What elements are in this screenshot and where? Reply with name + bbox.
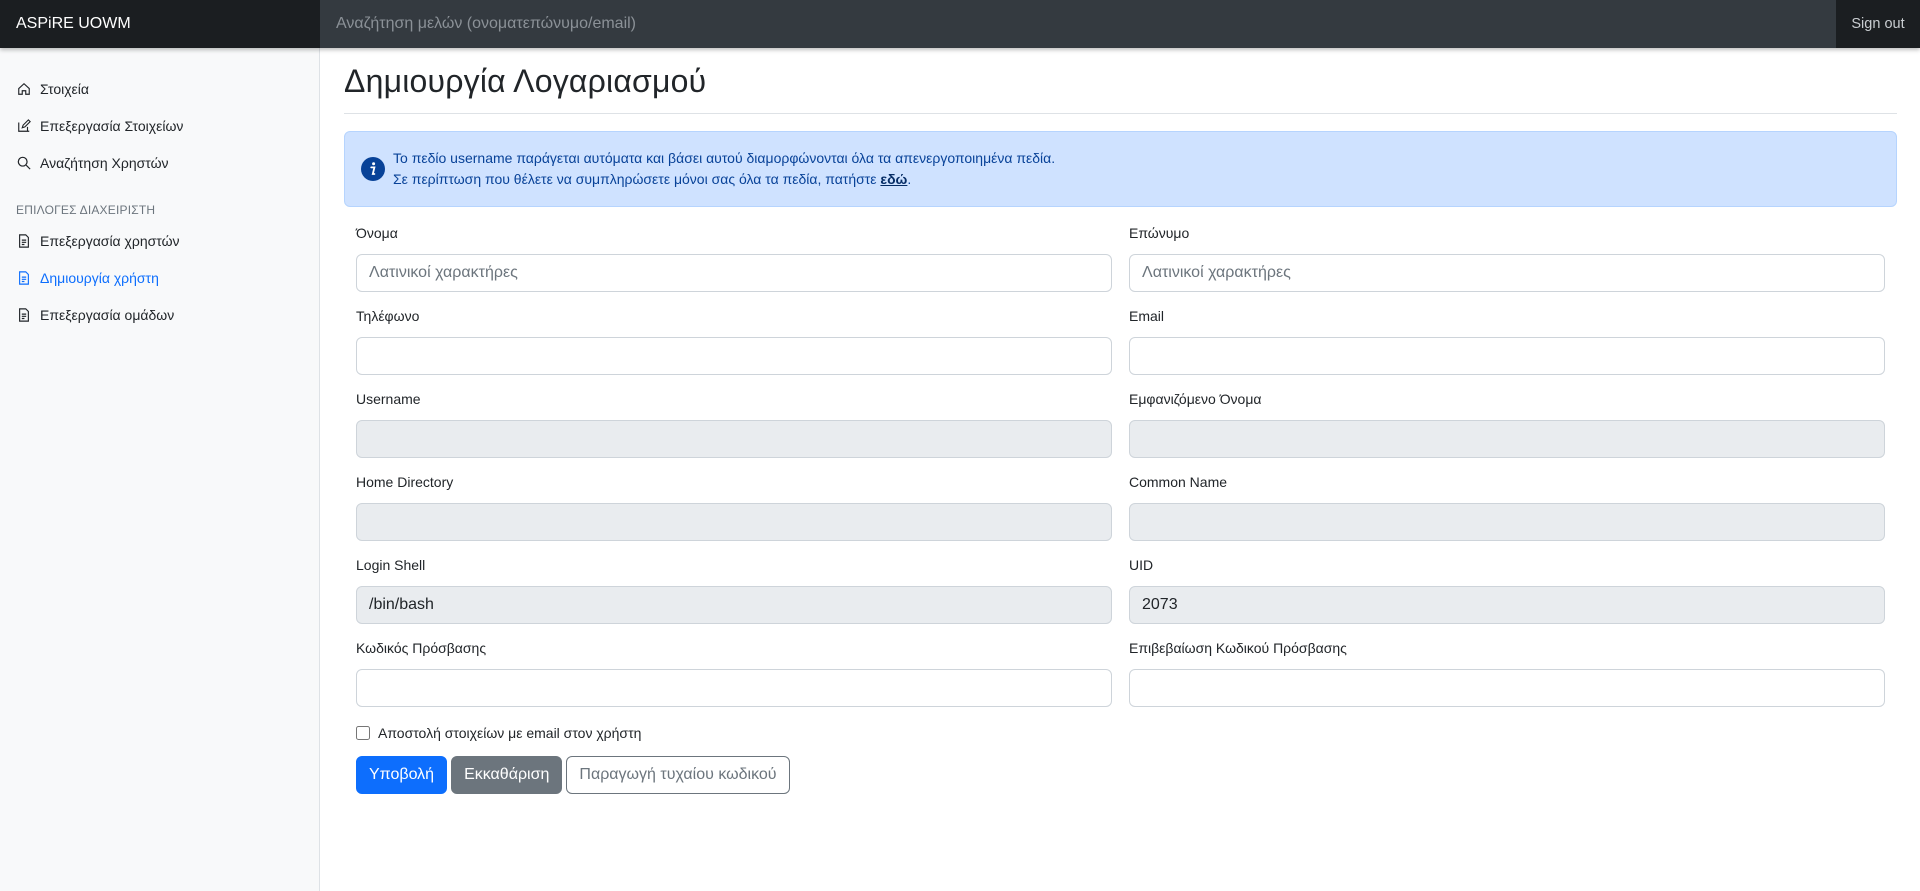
email-field[interactable] xyxy=(1129,337,1885,375)
username-field xyxy=(356,420,1112,458)
first-name-field[interactable] xyxy=(356,254,1112,292)
sidebar-item-label: Επεξεργασία χρηστών xyxy=(40,232,180,249)
common-name-field xyxy=(1129,503,1885,541)
login-shell-label: Login Shell xyxy=(356,557,426,573)
send-email-checkbox[interactable] xyxy=(356,726,370,740)
password-field[interactable] xyxy=(356,669,1112,707)
display-name-field xyxy=(1129,420,1885,458)
top-navbar: ASPiRE UOWM Sign out xyxy=(0,0,1920,48)
last-name-field[interactable] xyxy=(1129,254,1885,292)
last-name-label: Επώνυμο xyxy=(1129,225,1190,241)
page-title: Δημιουργία Λογαριασμού xyxy=(344,63,1897,114)
admin-options-heading: ΕΠΙΛΟΓΕΣ ΔΙΑΧΕΙΡΙΣΤΗ xyxy=(16,203,156,217)
search-icon xyxy=(16,155,32,171)
brand-logo[interactable]: ASPiRE UOWM xyxy=(0,0,320,48)
manual-fill-link[interactable]: εδώ xyxy=(880,171,907,187)
sidebar-item-edit-users[interactable]: Επεξεργασία χρηστών xyxy=(0,222,319,259)
password-confirm-label: Επιβεβαίωση Κωδικού Πρόσβασης xyxy=(1129,640,1347,656)
member-search-input[interactable] xyxy=(320,0,1836,48)
home-directory-label: Home Directory xyxy=(356,474,454,490)
login-shell-field xyxy=(356,586,1112,624)
sidebar-item-label: Στοιχεία xyxy=(40,80,90,97)
email-label: Email xyxy=(1129,308,1165,324)
username-label: Username xyxy=(356,391,421,407)
display-name-label: Εμφανιζόμενο Όνομα xyxy=(1129,391,1262,407)
form-actions: Υποβολή Εκκαθάριση Παραγωγή τυχαίου κωδι… xyxy=(356,756,1885,794)
clear-button[interactable]: Εκκαθάριση xyxy=(451,756,563,794)
password-confirm-field[interactable] xyxy=(1129,669,1885,707)
info-alert: Το πεδίο username παράγεται αυτόματα και… xyxy=(344,131,1897,207)
phone-label: Τηλέφωνο xyxy=(356,308,420,324)
home-directory-field xyxy=(356,503,1112,541)
file-icon xyxy=(16,270,32,286)
phone-field[interactable] xyxy=(356,337,1112,375)
common-name-label: Common Name xyxy=(1129,474,1228,490)
uid-label: UID xyxy=(1129,557,1154,573)
uid-field xyxy=(1129,586,1885,624)
sidebar-item-label: Επεξεργασία ομάδων xyxy=(40,306,175,323)
sidebar-item-label: Επεξεργασία Στοιχείων xyxy=(40,117,184,134)
password-label: Κωδικός Πρόσβασης xyxy=(356,640,487,656)
sidebar-item-label: Δημιουργία χρήστη xyxy=(40,269,159,286)
sign-out-link[interactable]: Sign out xyxy=(1836,0,1920,48)
home-icon xyxy=(16,81,32,97)
file-icon xyxy=(16,307,32,323)
sidebar-item-search-users[interactable]: Αναζήτηση Χρηστών xyxy=(0,144,319,181)
alert-line-2-text: Σε περίπτωση που θέλετε να συμπληρώσετε … xyxy=(393,171,881,187)
send-email-option: Αποστολή στοιχείων με email στον χρήστη xyxy=(356,723,1885,743)
sidebar-item-details[interactable]: Στοιχεία xyxy=(0,70,319,107)
main-content: Δημιουργία Λογαριασμού Το πεδίο username… xyxy=(344,48,1897,794)
alert-text: Το πεδίο username παράγεται αυτόματα και… xyxy=(393,148,1055,190)
send-email-label: Αποστολή στοιχείων με email στον χρήστη xyxy=(378,725,642,741)
sidebar: Στοιχεία Επεξεργασία Στοιχείων Αναζήτηση… xyxy=(0,48,320,891)
alert-line-2-end: . xyxy=(907,171,912,187)
alert-line-1: Το πεδίο username παράγεται αυτόματα και… xyxy=(393,150,1056,166)
alert-line-2: Σε περίπτωση που θέλετε να συμπληρώσετε … xyxy=(393,169,1055,190)
submit-button[interactable]: Υποβολή xyxy=(356,756,448,794)
create-account-form: Όνομα Επώνυμο Τηλέφωνο Email Username xyxy=(344,223,1897,794)
sidebar-item-edit-groups[interactable]: Επεξεργασία ομάδων xyxy=(0,296,319,333)
sidebar-item-edit-details[interactable]: Επεξεργασία Στοιχείων xyxy=(0,107,319,144)
edit-icon xyxy=(16,118,32,134)
sidebar-item-label: Αναζήτηση Χρηστών xyxy=(40,154,169,171)
sidebar-item-create-user[interactable]: Δημιουργία χρήστη xyxy=(0,259,319,296)
first-name-label: Όνομα xyxy=(356,225,398,241)
file-icon xyxy=(16,233,32,249)
generate-password-button[interactable]: Παραγωγή τυχαίου κωδικού xyxy=(566,756,790,794)
info-icon xyxy=(361,157,385,181)
